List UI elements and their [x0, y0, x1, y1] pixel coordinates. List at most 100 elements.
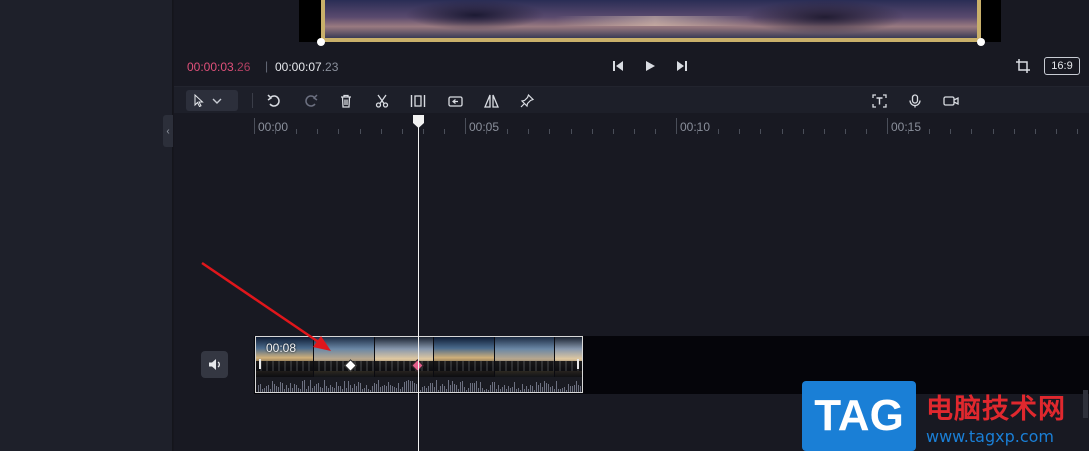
record-camera-button[interactable]	[941, 91, 961, 110]
skip-back-button[interactable]	[608, 57, 628, 75]
waveform-bar	[330, 385, 331, 392]
pin-button[interactable]	[517, 91, 537, 110]
waveform-bar	[558, 389, 559, 392]
ruler-tick	[824, 129, 825, 134]
time-separator: |	[265, 59, 269, 73]
waveform-bar	[446, 389, 447, 392]
waveform-bar	[562, 388, 563, 392]
ruler-tick	[676, 118, 677, 134]
waveform-bar	[576, 381, 577, 392]
waveform-bar	[406, 381, 407, 392]
waveform-bar	[376, 384, 377, 392]
clip-trim-handle-left[interactable]	[259, 359, 261, 369]
waveform-bar	[504, 385, 505, 392]
waveform-bar	[294, 384, 295, 392]
waveform-bar	[372, 386, 373, 392]
waveform-bar	[502, 387, 503, 392]
waveform-bar	[388, 382, 389, 392]
waveform-bar	[482, 388, 483, 392]
split-button[interactable]	[372, 91, 392, 110]
mirror-button[interactable]	[481, 91, 501, 110]
waveform-bar	[296, 385, 297, 392]
clip-trim-handle-right[interactable]	[577, 359, 579, 369]
waveform-bar	[554, 389, 555, 392]
ruler-tick	[296, 129, 297, 134]
waveform-bar	[276, 386, 277, 392]
video-clip[interactable]: 00:08	[255, 336, 583, 393]
waveform-bar	[258, 385, 259, 392]
undo-button[interactable]	[264, 91, 284, 110]
waveform-bar	[574, 385, 575, 392]
video-frame-image[interactable]	[321, 0, 981, 42]
playhead-handle[interactable]	[413, 115, 424, 128]
waveform-bar	[272, 381, 273, 392]
waveform-bar	[394, 387, 395, 392]
freeze-frame-button[interactable]	[408, 91, 428, 110]
resize-handle-bottom-right[interactable]	[977, 38, 985, 46]
waveform-bar	[336, 382, 337, 392]
waveform-bar	[390, 385, 391, 392]
waveform-bar	[454, 384, 455, 392]
waveform-bar	[334, 388, 335, 392]
ruler-tick	[718, 129, 719, 134]
waveform-bar	[384, 385, 385, 392]
record-voice-button[interactable]	[905, 91, 925, 110]
vertical-scrollbar[interactable]	[1083, 390, 1088, 418]
waveform-bar	[412, 381, 413, 392]
waveform-bar	[578, 385, 579, 392]
waveform-bar	[352, 388, 353, 392]
ruler-tick	[950, 129, 951, 134]
play-button[interactable]	[640, 57, 660, 75]
waveform-bar	[540, 383, 541, 392]
ruler-tick	[486, 129, 487, 134]
waveform-bar	[386, 386, 387, 392]
ruler-tick	[444, 129, 445, 134]
ruler-tick	[739, 129, 740, 134]
text-recognize-button[interactable]	[869, 91, 889, 110]
collapse-panel-button[interactable]: ‹	[163, 115, 173, 147]
waveform-bar	[568, 384, 569, 392]
watermark-url: www.tagxp.com	[926, 427, 1054, 446]
waveform-bar	[356, 386, 357, 392]
waveform-bar	[284, 389, 285, 392]
delete-button[interactable]	[336, 91, 356, 110]
waveform-bar	[548, 384, 549, 392]
timeline-ruler[interactable]: 00:00 00:05 00:10 00:15	[174, 114, 1089, 138]
waveform-bar	[538, 385, 539, 392]
crop-button[interactable]	[1013, 57, 1033, 75]
play-icon	[646, 61, 655, 71]
skip-forward-button[interactable]	[672, 57, 692, 75]
waveform-bar	[492, 382, 493, 392]
waveform-bar	[536, 382, 537, 392]
ruler-tick	[782, 129, 783, 134]
select-tool-dropdown[interactable]	[186, 90, 238, 111]
playhead-line[interactable]	[418, 122, 419, 451]
waveform-bar	[382, 386, 383, 392]
microphone-icon	[909, 93, 921, 107]
waveform-bar	[292, 388, 293, 392]
audio-waveform	[256, 377, 582, 392]
waveform-bar	[300, 389, 301, 392]
waveform-bar	[438, 390, 439, 392]
waveform-bar	[280, 382, 281, 392]
waveform-bar	[450, 385, 451, 392]
waveform-bar	[546, 383, 547, 392]
track-mute-button[interactable]	[201, 351, 228, 378]
waveform-bar	[468, 388, 469, 392]
pointer-icon	[194, 94, 204, 107]
ruler-tick	[697, 129, 698, 134]
ruler-tick	[360, 129, 361, 134]
aspect-ratio-button[interactable]: 16:9	[1044, 57, 1080, 75]
ruler-tick	[381, 129, 382, 134]
main-area: 00:00:03.26 | 00:00:07.23 16:9 00:00 00:…	[174, 0, 1089, 451]
toolbar-divider	[252, 93, 253, 108]
redo-button[interactable]	[301, 91, 321, 110]
waveform-bar	[368, 389, 369, 392]
rotate-button[interactable]	[445, 91, 465, 110]
ruler-tick	[1014, 129, 1015, 134]
waveform-bar	[378, 380, 379, 392]
ruler-tick	[423, 129, 424, 134]
video-preview	[174, 0, 1089, 52]
split-icon	[375, 94, 389, 108]
resize-handle-bottom-left[interactable]	[317, 38, 325, 46]
